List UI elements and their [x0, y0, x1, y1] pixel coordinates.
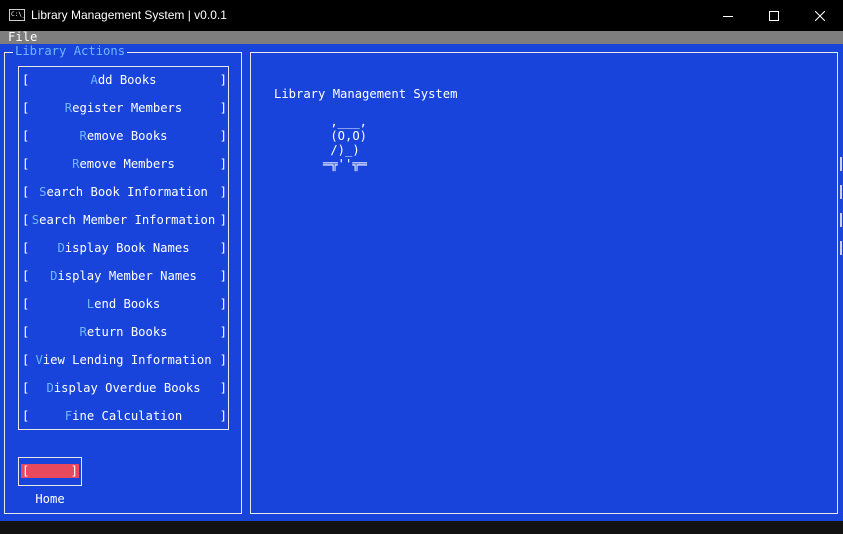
- home-bracket-close: ]: [70, 464, 78, 478]
- minimize-icon: [723, 15, 733, 17]
- action-label: Search Book Information: [18, 185, 229, 199]
- action-label-rest: end Books: [94, 297, 161, 311]
- action-button[interactable]: [Remove Members]: [18, 157, 229, 171]
- bracket-close: ]: [219, 213, 227, 227]
- action-label: Remove Members: [18, 157, 229, 171]
- action-button[interactable]: [Register Members]: [18, 101, 229, 115]
- window-title: Library Management System | v0.0.1: [31, 8, 227, 22]
- action-label-rest: ine Calculation: [72, 409, 183, 423]
- bracket-close: ]: [219, 101, 227, 115]
- action-button[interactable]: [Display Book Names]: [18, 241, 229, 255]
- action-button[interactable]: [Display Member Names]: [18, 269, 229, 283]
- minimize-button[interactable]: [705, 0, 751, 31]
- close-button[interactable]: [797, 0, 843, 31]
- bracket-close: ]: [219, 381, 227, 395]
- action-button[interactable]: [Search Book Information]: [18, 185, 229, 199]
- bracket-close: ]: [219, 269, 227, 283]
- action-label: Search Member Information: [18, 213, 229, 227]
- home-button-label: Home: [35, 492, 65, 506]
- action-label: Fine Calculation: [18, 409, 229, 423]
- action-label-rest: earch Member Information: [39, 213, 216, 227]
- action-button[interactable]: [Display Overdue Books]: [18, 381, 229, 395]
- scrollbar-tick: [840, 241, 842, 255]
- hotkey-letter: D: [57, 241, 65, 255]
- library-actions-title: Library Actions: [13, 44, 128, 58]
- action-label: View Lending Information: [18, 353, 229, 367]
- close-icon: [815, 10, 825, 21]
- action-button[interactable]: [Return Books]: [18, 325, 229, 339]
- action-label-rest: isplay Overdue Books: [53, 381, 201, 395]
- home-bracket-open: [: [22, 464, 30, 478]
- status-bar: [0, 521, 843, 534]
- action-label: Return Books: [18, 325, 229, 339]
- maximize-button[interactable]: [751, 0, 797, 31]
- window-titlebar: C:\_ Library Management System | v0.0.1: [0, 0, 843, 31]
- hotkey-letter: A: [90, 73, 98, 87]
- maximize-icon: [769, 10, 779, 21]
- action-button[interactable]: [View Lending Information]: [18, 353, 229, 367]
- action-button[interactable]: [Add Books]: [18, 73, 229, 87]
- hotkey-letter: R: [79, 129, 87, 143]
- action-label: Display Overdue Books: [18, 381, 229, 395]
- hotkey-letter: S: [31, 213, 40, 227]
- action-label: Remove Books: [18, 129, 229, 143]
- action-label: Lend Books: [18, 297, 229, 311]
- action-label: Display Book Names: [18, 241, 229, 255]
- menu-bar: File: [0, 31, 843, 44]
- hotkey-letter: R: [79, 325, 87, 339]
- menu-file[interactable]: File: [8, 31, 37, 44]
- main-title: Library Management System: [274, 87, 458, 101]
- action-label-rest: isplay Book Names: [64, 241, 190, 255]
- action-label-rest: emove Members: [79, 157, 175, 171]
- bracket-close: ]: [219, 353, 227, 367]
- bracket-close: ]: [219, 409, 227, 423]
- action-button[interactable]: [Search Member Information]: [18, 213, 229, 227]
- action-label-rest: emove Books: [86, 129, 168, 143]
- action-label-rest: earch Book Information: [46, 185, 208, 199]
- bracket-close: ]: [219, 325, 227, 339]
- bracket-close: ]: [219, 297, 227, 311]
- bracket-close: ]: [219, 129, 227, 143]
- action-label: Add Books: [18, 73, 229, 87]
- action-button[interactable]: [Fine Calculation]: [18, 409, 229, 423]
- scrollbar-tick: [840, 213, 842, 227]
- action-label: Display Member Names: [18, 269, 229, 283]
- action-label-rest: iew Lending Information: [42, 353, 212, 367]
- action-button[interactable]: [Remove Books]: [18, 129, 229, 143]
- action-label-rest: isplay Member Names: [57, 269, 197, 283]
- action-button[interactable]: [Lend Books]: [18, 297, 229, 311]
- console-app-icon: C:\_: [9, 9, 25, 21]
- owl-ascii-art: ,___, (O,O) /)_) ═╦''╦═: [323, 115, 368, 171]
- hotkey-letter: V: [35, 353, 43, 367]
- action-label-rest: dd Books: [97, 73, 157, 87]
- bracket-close: ]: [219, 73, 227, 87]
- bracket-close: ]: [219, 241, 227, 255]
- home-button[interactable]: [ Home ]: [21, 464, 79, 506]
- scrollbar-tick: [840, 185, 842, 199]
- action-label: Register Members: [18, 101, 229, 115]
- bracket-close: ]: [219, 157, 227, 171]
- scrollbar-tick: [840, 157, 842, 171]
- action-label-rest: eturn Books: [86, 325, 168, 339]
- bracket-close: ]: [219, 185, 227, 199]
- action-label-rest: egister Members: [72, 101, 183, 115]
- hotkey-letter: D: [46, 381, 54, 395]
